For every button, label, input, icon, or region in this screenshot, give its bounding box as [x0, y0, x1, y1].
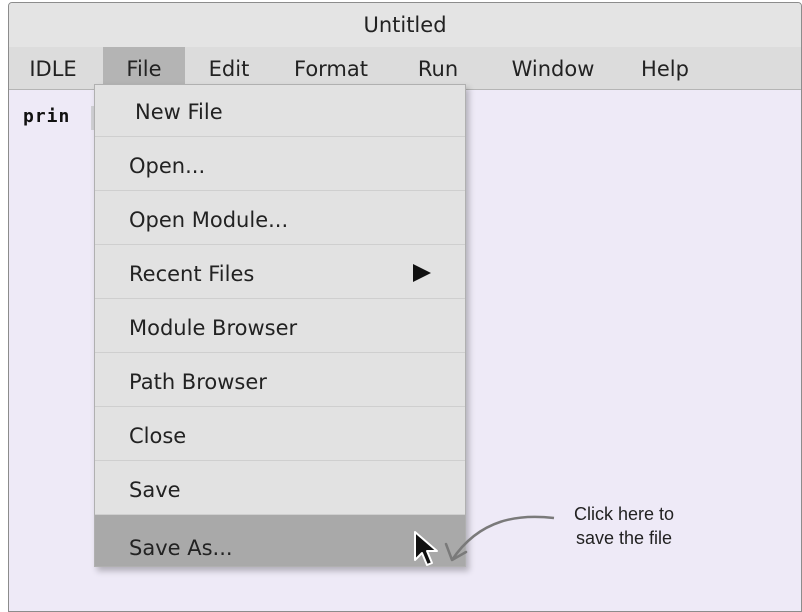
menu-item-open-module[interactable]: Open Module...: [95, 193, 465, 245]
triangle-right-icon: [413, 264, 431, 282]
menu-item-path-browser[interactable]: Path Browser: [95, 355, 465, 407]
menu-window[interactable]: Window: [493, 47, 613, 89]
menu-file[interactable]: File: [103, 47, 185, 89]
menu-item-label: Module Browser: [129, 316, 298, 340]
annotation-line-2: save the file: [575, 528, 673, 548]
menu-item-label: Open...: [129, 154, 206, 178]
menu-item-label: Save As...: [129, 536, 233, 560]
code-text: prin: [23, 106, 71, 127]
annotation-callout: Click here to save the file: [554, 502, 694, 550]
menu-item-recent-files[interactable]: Recent Files: [95, 247, 465, 299]
menu-help[interactable]: Help: [625, 47, 705, 89]
menu-item-open[interactable]: Open...: [95, 139, 465, 191]
menu-run[interactable]: Run: [403, 47, 473, 89]
window-title: Untitled: [9, 3, 801, 48]
menu-item-close[interactable]: Close: [95, 409, 465, 461]
menu-item-save[interactable]: Save: [95, 463, 465, 515]
annotation-line-1: Click here to: [573, 504, 675, 524]
curved-arrow-icon: [444, 515, 555, 562]
menu-format[interactable]: Format: [281, 47, 381, 89]
menu-idle[interactable]: IDLE: [9, 47, 97, 89]
menu-edit[interactable]: Edit: [189, 47, 269, 89]
menu-item-label: Path Browser: [129, 370, 267, 394]
menu-item-label: New File: [135, 100, 223, 124]
menu-item-label: Save: [129, 478, 181, 502]
menu-item-module-browser[interactable]: Module Browser: [95, 301, 465, 353]
menu-item-label: Recent Files: [129, 262, 255, 286]
menu-item-label: Close: [129, 424, 187, 448]
menu-item-save-as[interactable]: Save As...: [95, 515, 465, 566]
file-menu: New File Open... Open Module... Recent F…: [94, 84, 466, 567]
menu-item-new-file[interactable]: New File: [95, 85, 465, 137]
menu-item-label: Open Module...: [129, 208, 289, 232]
